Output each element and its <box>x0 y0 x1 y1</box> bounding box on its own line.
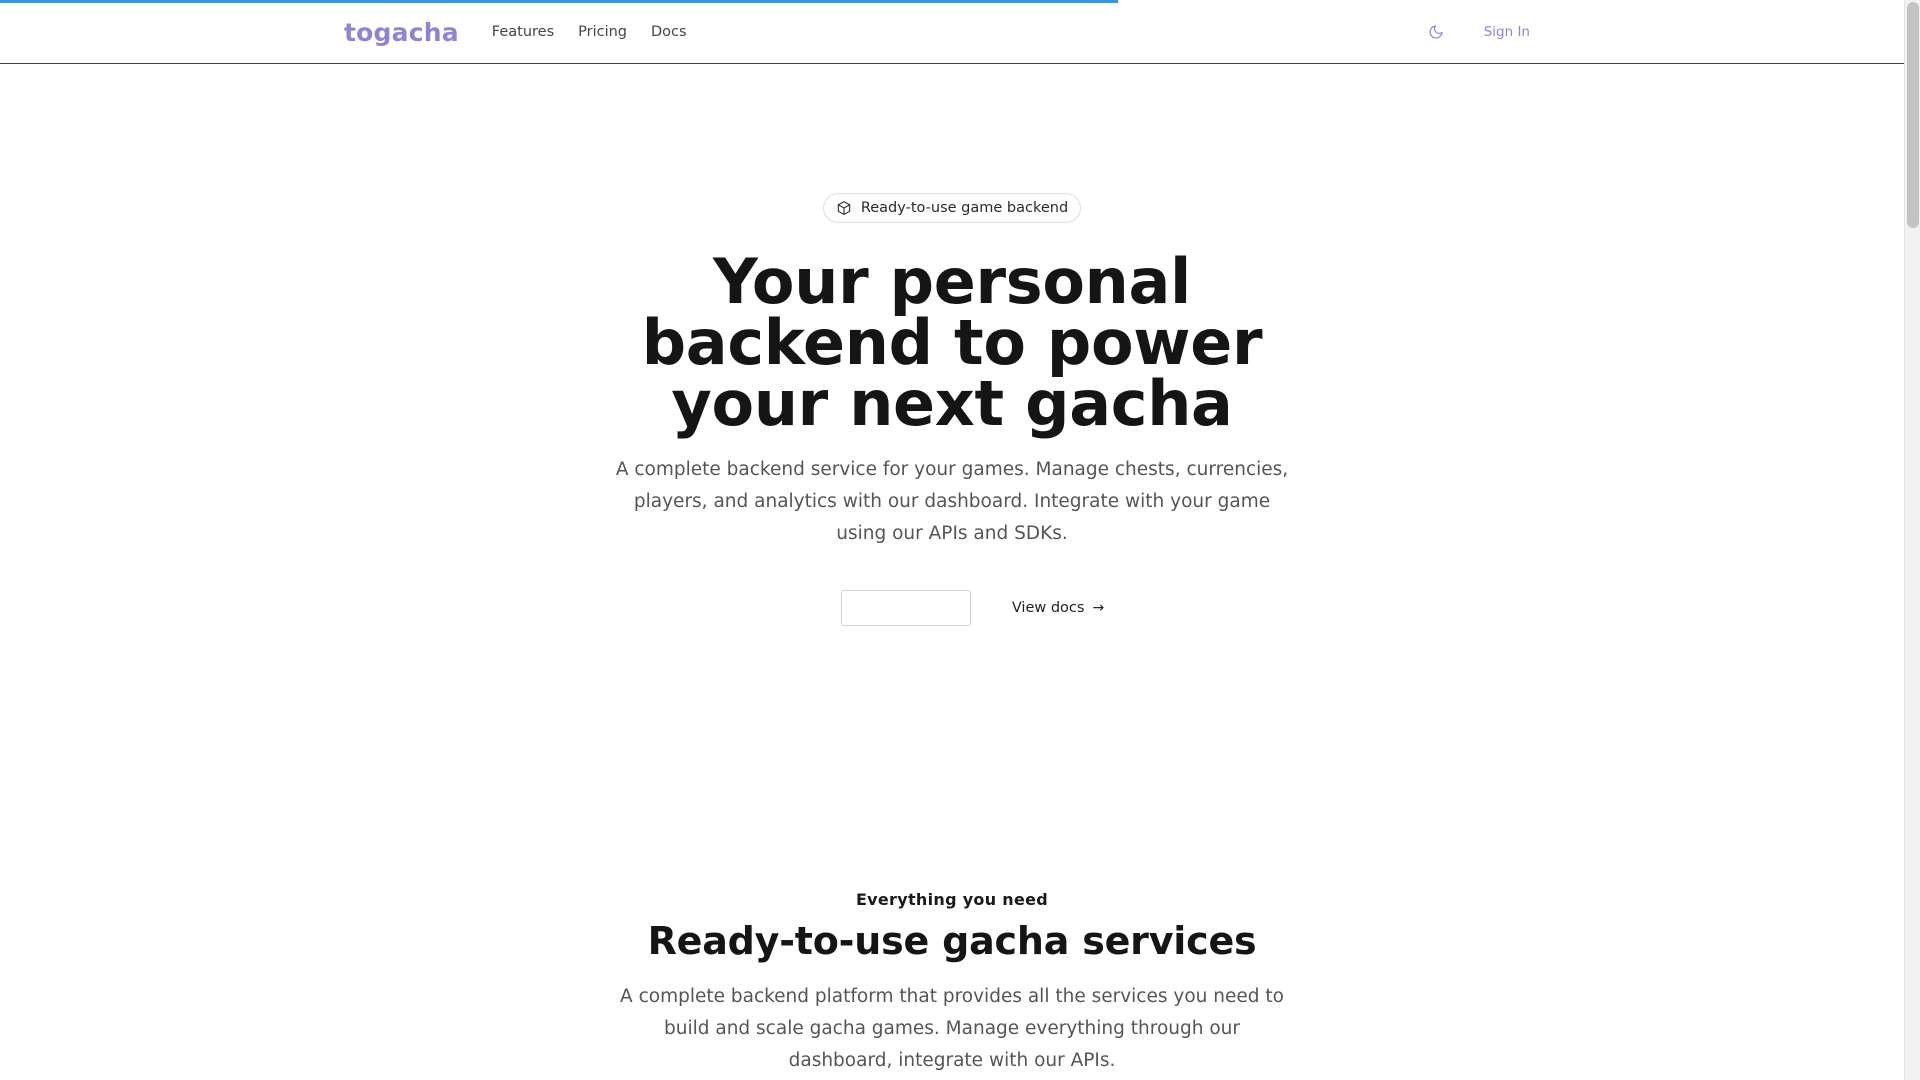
features-section: Everything you need Ready-to-use gacha s… <box>0 890 1904 1077</box>
page-load-progress-bar <box>0 0 1118 3</box>
sign-in-link[interactable]: Sign In <box>1484 24 1530 40</box>
scrollbar-thumb[interactable] <box>1907 2 1919 228</box>
arrow-right-icon: → <box>1092 600 1105 616</box>
nav-link-docs[interactable]: Docs <box>651 24 687 40</box>
features-title: Ready-to-use gacha services <box>647 919 1257 963</box>
view-docs-link[interactable]: View docs → <box>1012 600 1104 616</box>
hero-cta-row: View docs → <box>800 590 1104 626</box>
nav-link-features[interactable]: Features <box>492 24 554 40</box>
hero-content: Ready-to-use game backend Your personal … <box>0 0 1904 626</box>
hero-title: Your personal backend to power your next… <box>641 245 1263 440</box>
top-navbar: togacha Features Pricing Docs Sign In <box>0 0 1904 64</box>
nav-actions: Sign In <box>1420 16 1530 48</box>
moon-icon <box>1428 24 1444 40</box>
hero-section: Ready-to-use game backend Your personal … <box>0 0 1904 626</box>
hero-badge-label: Ready-to-use game backend <box>860 200 1069 216</box>
theme-toggle-button[interactable] <box>1420 16 1452 48</box>
features-description: A complete backend platform that provide… <box>620 986 1284 1071</box>
cube-icon <box>836 200 852 216</box>
get-started-button[interactable] <box>840 590 971 626</box>
features-eyebrow: Everything you need <box>855 890 1049 909</box>
hero-badge: Ready-to-use game backend <box>822 193 1082 223</box>
navbar-inner: togacha Features Pricing Docs Sign In <box>344 0 1530 64</box>
nav-link-pricing[interactable]: Pricing <box>578 24 627 40</box>
brand-logo[interactable]: togacha <box>344 18 459 47</box>
page-scrollbar[interactable] <box>1904 0 1920 1080</box>
primary-nav: Features Pricing Docs <box>492 24 711 40</box>
hero-description: A complete backend service for your game… <box>615 459 1289 544</box>
view-docs-label: View docs <box>1011 600 1085 616</box>
